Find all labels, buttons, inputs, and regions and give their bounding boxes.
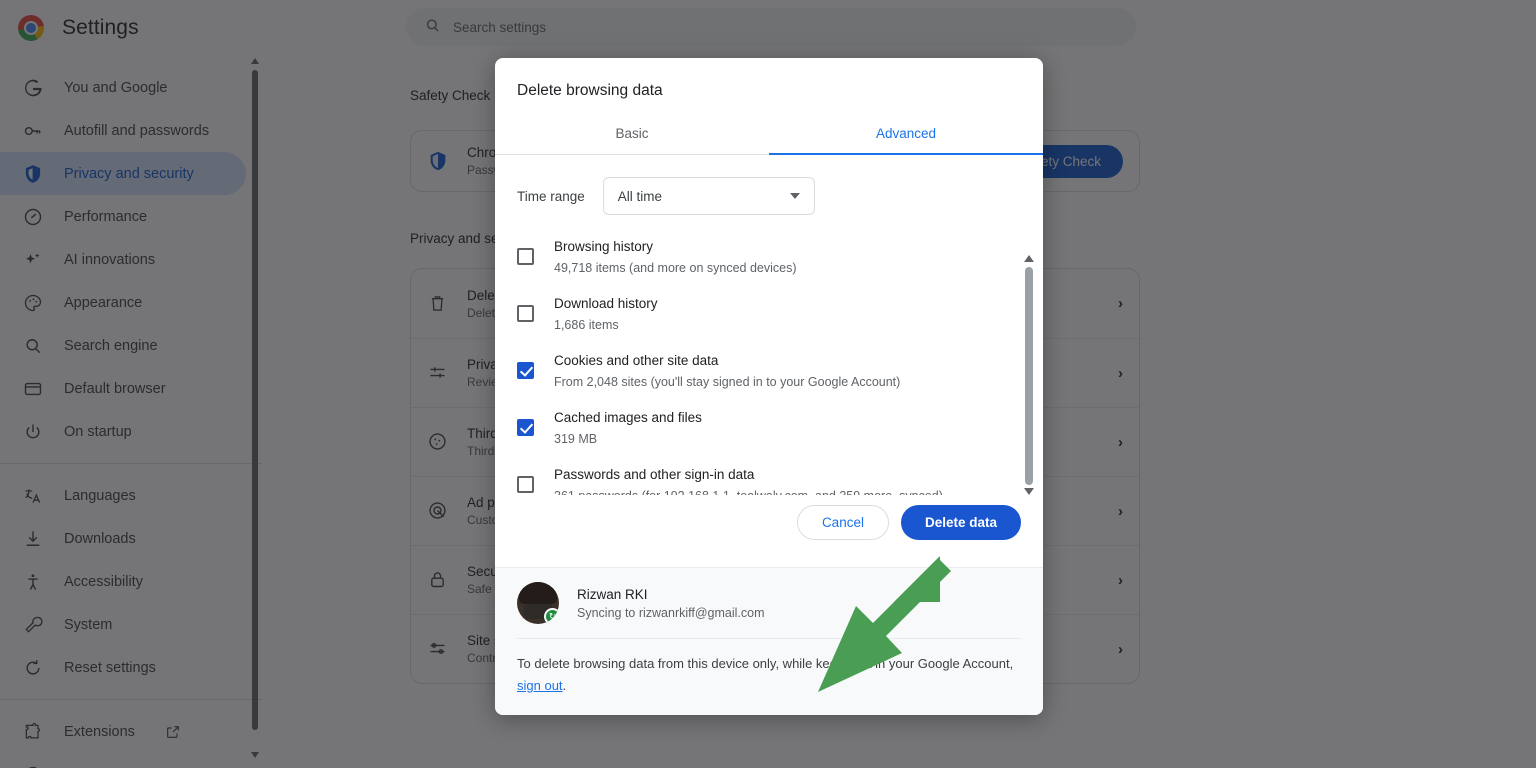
tab-basic[interactable]: Basic (495, 114, 769, 154)
cancel-button[interactable]: Cancel (796, 505, 889, 540)
option-browsing-history[interactable]: Browsing history 49,718 items (and more o… (517, 229, 1021, 286)
chevron-down-icon (789, 193, 800, 199)
dialog-footer: ↻ Rizwan RKI Syncing to rizwanrkiff@gmai… (495, 567, 1043, 715)
option-title: Cached images and files (554, 410, 702, 425)
checkbox[interactable] (517, 362, 534, 379)
dialog-title: Delete browsing data (517, 82, 663, 99)
data-type-options: Browsing history 49,718 items (and more o… (495, 229, 1043, 495)
dialog-scroll-thumb[interactable] (1025, 267, 1033, 485)
option-title: Cookies and other site data (554, 353, 719, 368)
delete-browsing-data-dialog: Delete browsing data Basic Advanced Time… (495, 58, 1043, 715)
option-subtitle: 49,718 items (and more on synced devices… (554, 261, 797, 275)
account-name: Rizwan RKI (577, 586, 648, 602)
dialog-scrollbar[interactable] (1023, 255, 1035, 495)
option-subtitle: From 2,048 sites (you'll stay signed in … (554, 375, 901, 389)
delete-data-button[interactable]: Delete data (900, 505, 1021, 540)
footer-note-text-after: . (562, 678, 567, 693)
time-range-value: All time (617, 188, 663, 204)
time-range-field: Time range All time (495, 155, 1043, 229)
option-title: Browsing history (554, 239, 654, 254)
option-title: Passwords and other sign-in data (554, 467, 755, 482)
option-cookies-and-other-site-data[interactable]: Cookies and other site data From 2,048 si… (517, 343, 1021, 400)
avatar: ↻ (517, 582, 559, 624)
option-download-history[interactable]: Download history 1,686 items (517, 286, 1021, 343)
dialog-body: Time range All time Browsing history 49,7… (495, 155, 1043, 495)
screen: Settings You and Google Autofill and pas… (0, 0, 1536, 768)
checkbox[interactable] (517, 476, 534, 493)
option-title: Download history (554, 296, 658, 311)
account-sync-status: Syncing to rizwanrkiff@gmail.com (577, 605, 765, 620)
option-subtitle: 319 MB (554, 432, 598, 446)
option-subtitle: 1,686 items (554, 318, 619, 332)
checkbox[interactable] (517, 305, 534, 322)
option-subtitle: 361 passwords (for 192.168.1.1, toolwaly… (554, 486, 943, 495)
option-passwords-and-other-sign-in-data[interactable]: Passwords and other sign-in data 361 pass… (517, 457, 1021, 495)
dialog-tabs: Basic Advanced (495, 114, 1043, 155)
option-cached-images-and-files[interactable]: Cached images and files 319 MB (517, 400, 1021, 457)
tab-advanced[interactable]: Advanced (769, 114, 1043, 154)
footer-note-text: To delete browsing data from this device… (517, 656, 1014, 671)
account-row: ↻ Rizwan RKI Syncing to rizwanrkiff@gmai… (517, 568, 1021, 638)
footer-note: To delete browsing data from this device… (517, 638, 1021, 715)
scroll-up-arrow-icon[interactable] (1024, 255, 1034, 262)
sign-out-link[interactable]: sign out (517, 678, 563, 693)
time-range-label: Time range (517, 188, 585, 204)
checkbox[interactable] (517, 248, 534, 265)
dialog-actions: Cancel Delete data (495, 495, 1043, 562)
sync-badge-icon: ↻ (544, 608, 559, 624)
scroll-down-arrow-icon[interactable] (1024, 488, 1034, 495)
checkbox[interactable] (517, 419, 534, 436)
time-range-select[interactable]: All time (602, 177, 815, 215)
